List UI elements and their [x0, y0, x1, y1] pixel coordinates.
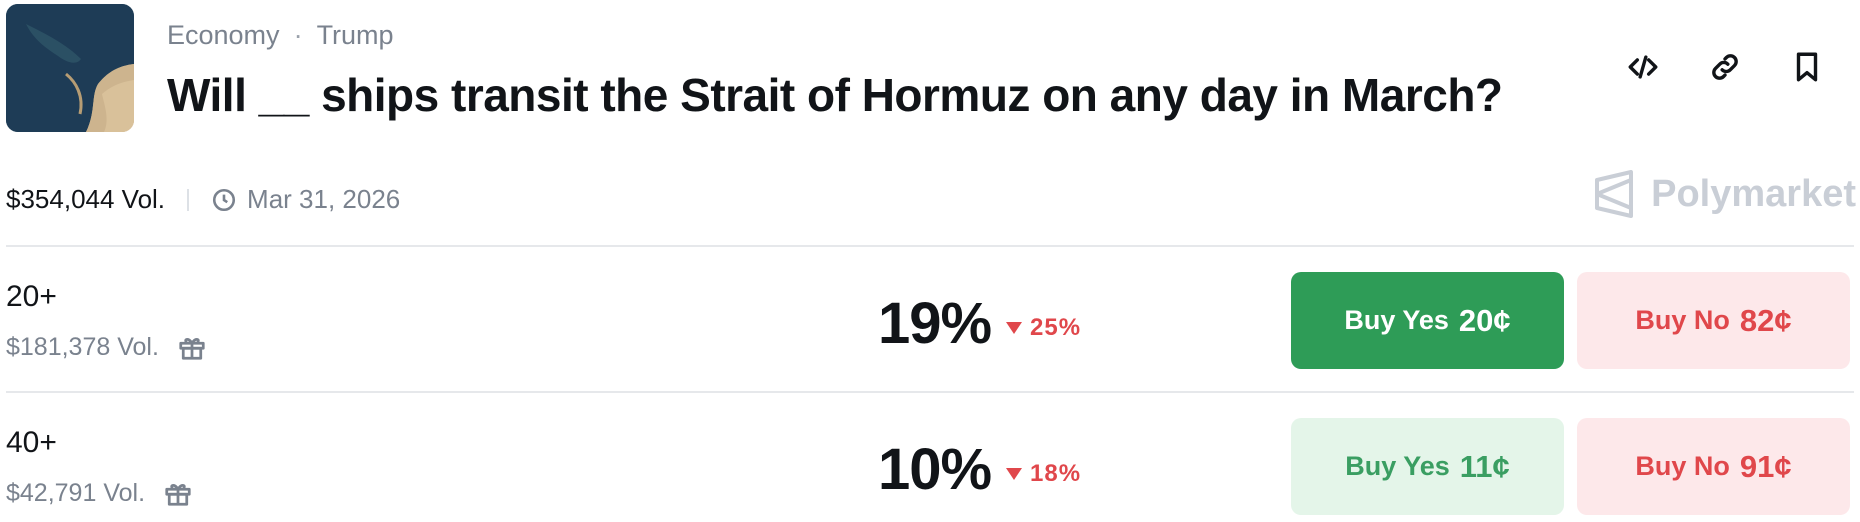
probability-change: 25%	[1006, 314, 1081, 342]
buy-yes-price: 11¢	[1459, 448, 1510, 484]
market-meta: $354,044 Vol. Mar 31, 2026	[6, 184, 400, 215]
probability-change: 18%	[1006, 460, 1081, 488]
meta-divider	[187, 188, 190, 211]
header-actions	[1624, 48, 1826, 86]
clock-icon	[211, 187, 237, 213]
down-triangle-icon	[1006, 322, 1022, 334]
bookmark-icon[interactable]	[1788, 48, 1826, 86]
buy-yes-label: Buy Yes	[1345, 451, 1450, 481]
gift-icon[interactable]	[177, 332, 207, 362]
buy-no-price: 82¢	[1739, 302, 1792, 338]
total-volume: $354,044 Vol.	[6, 184, 166, 214]
polymarket-logo-icon	[1595, 170, 1634, 218]
polymarket-logo: Polymarket	[1593, 170, 1856, 218]
brand-name: Polymarket	[1651, 172, 1856, 215]
outcome-probability: 10%	[878, 437, 992, 502]
end-date: Mar 31, 2026	[247, 184, 401, 214]
buy-no-button[interactable]: Buy No 82¢	[1577, 272, 1850, 369]
outcome-volume-line: $42,791 Vol.	[6, 478, 193, 508]
buy-no-price: 91¢	[1739, 448, 1792, 484]
outcome-volume-line: $181,378 Vol.	[6, 332, 207, 362]
down-triangle-icon	[1006, 468, 1022, 480]
buy-no-button[interactable]: Buy No 91¢	[1577, 418, 1850, 515]
divider	[6, 245, 1854, 247]
buy-yes-button[interactable]: Buy Yes 20¢	[1291, 272, 1564, 369]
breadcrumb: Economy · Trump	[167, 20, 394, 51]
buy-no-label: Buy No	[1635, 305, 1730, 335]
market-thumbnail	[6, 4, 134, 132]
divider	[6, 391, 1854, 393]
outcome-probability: 19%	[878, 291, 992, 356]
category-link[interactable]: Economy	[167, 20, 280, 51]
buy-yes-price: 20¢	[1458, 302, 1511, 338]
outcome-row-40plus[interactable]: 40+ $42,791 Vol. 10% 18% Buy Yes 11¢ Buy…	[6, 418, 1860, 522]
embed-code-icon[interactable]	[1624, 48, 1662, 86]
change-value: 18%	[1030, 460, 1082, 487]
buy-yes-label: Buy Yes	[1344, 305, 1449, 335]
outcome-label: 40+	[6, 426, 57, 459]
gift-icon[interactable]	[163, 478, 193, 508]
outcome-row-20plus[interactable]: 20+ $181,378 Vol. 19% 25% Buy Yes 20¢ Bu…	[6, 272, 1860, 392]
breadcrumb-separator: ·	[293, 20, 303, 50]
link-icon[interactable]	[1706, 48, 1744, 86]
outcome-volume: $181,378 Vol.	[6, 332, 159, 361]
buy-yes-button[interactable]: Buy Yes 11¢	[1291, 418, 1564, 515]
outcome-volume: $42,791 Vol.	[6, 478, 146, 507]
market-title: Will __ ships transit the Strait of Horm…	[167, 69, 1503, 121]
tag-link[interactable]: Trump	[317, 20, 394, 51]
buy-no-label: Buy No	[1635, 451, 1730, 481]
outcome-label: 20+	[6, 280, 57, 313]
change-value: 25%	[1030, 314, 1082, 341]
